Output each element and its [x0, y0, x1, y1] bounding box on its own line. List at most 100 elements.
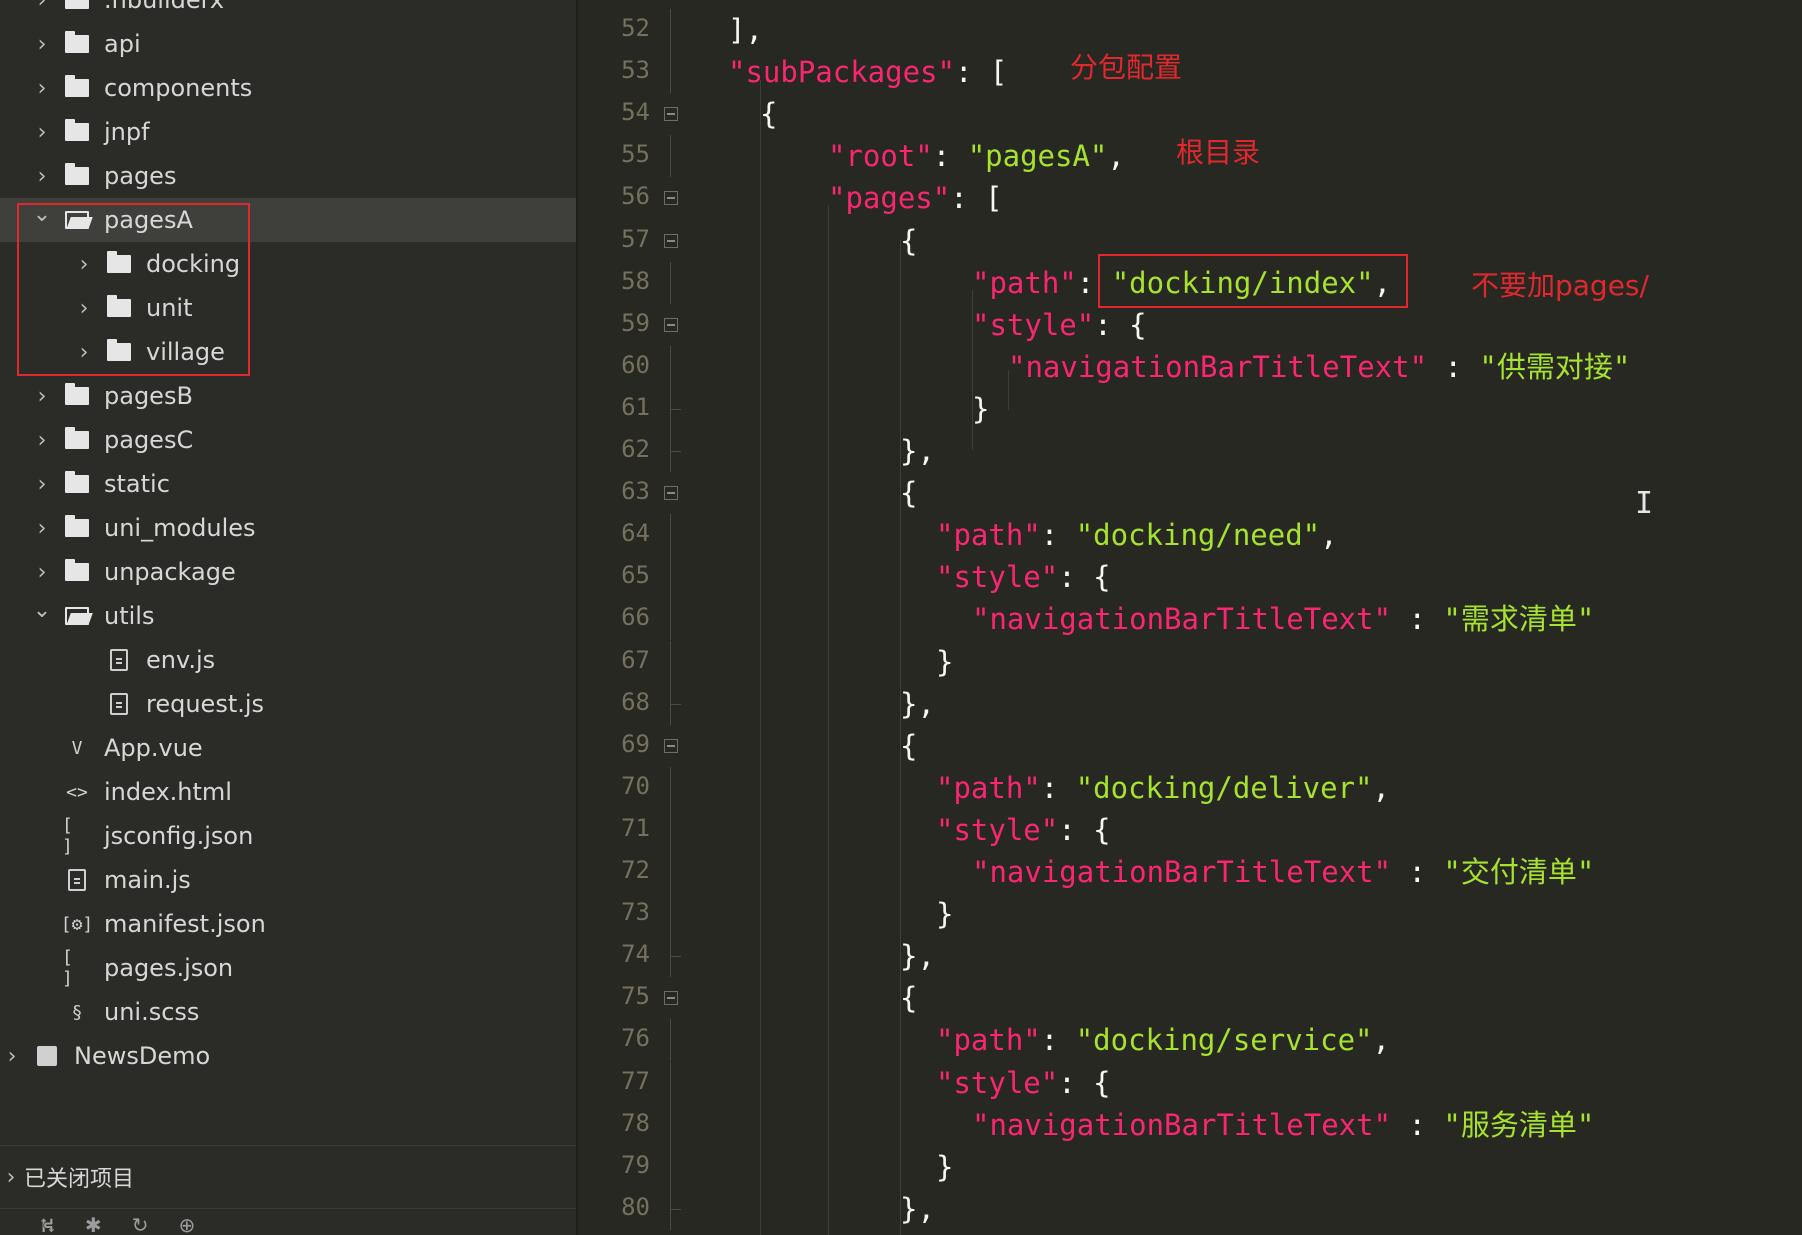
- code-line[interactable]: "style": {: [936, 1063, 1111, 1103]
- tree-item-pages-json[interactable]: [ ] pages.json: [0, 946, 576, 990]
- fold-end-mark: [671, 703, 681, 705]
- chevron-right-icon[interactable]: ›: [30, 472, 54, 497]
- fold-toggle-icon[interactable]: [664, 317, 678, 332]
- fold-toggle-icon[interactable]: [664, 191, 678, 206]
- chevron-right-icon[interactable]: ›: [0, 1165, 22, 1190]
- json-key-token: "navigationBarTitleText": [972, 855, 1392, 889]
- code-line[interactable]: "path": "docking/need",: [936, 515, 1338, 555]
- globe-icon[interactable]: ⊕: [178, 1215, 195, 1235]
- code-line[interactable]: "root": "pagesA",: [828, 136, 1125, 176]
- code-line[interactable]: "navigationBarTitleText" : "服务清单": [972, 1105, 1594, 1145]
- fold-toggle-icon[interactable]: [664, 233, 678, 248]
- fold-toggle-icon[interactable]: [664, 486, 678, 501]
- code-line[interactable]: "subPackages": [: [728, 52, 1007, 92]
- code-line[interactable]: },: [900, 684, 935, 724]
- tree-item-components[interactable]: › components: [0, 66, 576, 110]
- code-line[interactable]: ],: [728, 10, 763, 50]
- chevron-right-icon[interactable]: ›: [30, 164, 54, 189]
- chevron-right-icon[interactable]: ›: [30, 32, 54, 57]
- tree-item-newsdemo[interactable]: › NewsDemo: [0, 1034, 576, 1078]
- code-line[interactable]: {: [900, 726, 917, 766]
- chevron-right-icon[interactable]: ›: [30, 516, 54, 541]
- chevron-right-icon[interactable]: ›: [30, 120, 54, 145]
- code-line[interactable]: "path": "docking/service",: [936, 1020, 1390, 1060]
- json-file-icon: [ ]: [62, 815, 92, 857]
- debug-icon[interactable]: ✱: [85, 1215, 102, 1235]
- punctuation-token: ,: [1320, 518, 1338, 553]
- folder-icon: [62, 31, 92, 53]
- json-key-token: "navigationBarTitleText": [1008, 349, 1428, 384]
- code-line[interactable]: "style": {: [972, 305, 1147, 345]
- chevron-right-icon[interactable]: ›: [30, 560, 54, 585]
- tree-item-env-js[interactable]: env.js: [0, 638, 576, 682]
- tree-item-pagesc[interactable]: › pagesC: [0, 418, 576, 462]
- code-line[interactable]: }: [936, 642, 953, 682]
- tree-item-unpackage[interactable]: › unpackage: [0, 550, 576, 594]
- folder-shape: [65, 31, 89, 53]
- tree-item-hbuilderx[interactable]: › .hbuilderx: [0, 0, 576, 22]
- tree-item-app-vue[interactable]: V App.vue: [0, 726, 576, 770]
- folder-shape: [65, 559, 89, 581]
- chevron-right-icon[interactable]: ›: [0, 1044, 24, 1069]
- code-line[interactable]: "path": "docking/deliver",: [936, 768, 1390, 808]
- fold-guide-line: [670, 514, 671, 557]
- tree-item-request-js[interactable]: request.js: [0, 682, 576, 726]
- tree-item-pagesb[interactable]: › pagesB: [0, 374, 576, 418]
- code-line[interactable]: },: [900, 936, 935, 976]
- fold-toggle-icon[interactable]: [664, 738, 678, 753]
- code-line[interactable]: "navigationBarTitleText" : "供需对接": [1008, 347, 1630, 387]
- folder-shape: [65, 75, 89, 97]
- code-line[interactable]: },: [900, 1189, 935, 1229]
- sidebar-bottom-toolbar: ⛕ ✱ ↻ ⊕: [0, 1208, 576, 1235]
- chevron-right-icon[interactable]: ›: [30, 428, 54, 453]
- chevron-right-icon[interactable]: ›: [30, 76, 54, 101]
- file-type-glyph: [⚙]: [60, 913, 94, 935]
- tree-item-pages[interactable]: › pages: [0, 154, 576, 198]
- punctuation-token: {: [900, 981, 918, 1016]
- tree-item-utils[interactable]: ⌄ utils: [0, 594, 576, 638]
- tree-item-uni-modules[interactable]: › uni_modules: [0, 506, 576, 550]
- code-line[interactable]: "style": {: [936, 557, 1111, 597]
- code-line[interactable]: {: [760, 94, 777, 134]
- tree-item-jsconfig-json[interactable]: [ ] jsconfig.json: [0, 814, 576, 858]
- code-line[interactable]: {: [900, 978, 917, 1018]
- folder-icon: [62, 75, 92, 97]
- code-line[interactable]: }: [936, 894, 953, 934]
- refresh-icon[interactable]: ↻: [132, 1215, 149, 1235]
- git-icon[interactable]: ⛕: [40, 1215, 55, 1235]
- tree-item-label: pagesC: [104, 426, 194, 454]
- punctuation-token: },: [900, 434, 935, 468]
- code-line[interactable]: "navigationBarTitleText" : "交付清单": [972, 852, 1594, 892]
- code-editor[interactable]: 52], 53 "subPackages": [54{55 "root": "page…: [578, 0, 1802, 1235]
- tree-item-static[interactable]: › static: [0, 462, 576, 506]
- line-number: 62: [621, 435, 650, 463]
- line-number: 74: [621, 940, 650, 969]
- tree-item-jnpf[interactable]: › jnpf: [0, 110, 576, 154]
- code-line[interactable]: },: [900, 431, 935, 471]
- tree-item-index-html[interactable]: <> index.html: [0, 770, 576, 814]
- tree-item-api[interactable]: › api: [0, 22, 576, 66]
- tree-item-manifest-json[interactable]: [⚙] manifest.json: [0, 902, 576, 946]
- fold-toggle-icon[interactable]: [664, 991, 678, 1006]
- fold-toggle-icon[interactable]: [664, 107, 678, 122]
- tree-item-uni-scss[interactable]: § uni.scss: [0, 990, 576, 1034]
- closed-projects-header[interactable]: › 已关闭项目: [0, 1160, 134, 1194]
- code-line[interactable]: }: [936, 1147, 953, 1187]
- code-line[interactable]: {: [900, 473, 917, 513]
- punctuation-token: ],: [728, 13, 763, 47]
- chevron-right-icon[interactable]: ›: [30, 384, 54, 409]
- fold-end-mark: [671, 451, 681, 452]
- code-line[interactable]: "style": {: [936, 810, 1111, 850]
- code-line[interactable]: "pages": [: [828, 178, 1003, 218]
- js-file-icon: [104, 693, 134, 715]
- chevron-down-icon[interactable]: ⌄: [30, 598, 54, 623]
- punctuation-token: }: [936, 897, 954, 932]
- tree-item-main-js[interactable]: main.js: [0, 858, 576, 902]
- code-line[interactable]: "navigationBarTitleText" : "需求清单": [972, 599, 1594, 639]
- chevron-right-icon[interactable]: ›: [30, 0, 54, 13]
- json-string-token: "docking/deliver": [1075, 770, 1373, 805]
- code-line[interactable]: {: [900, 221, 917, 261]
- line-number: 54: [621, 98, 650, 127]
- json-key-token: "path": [936, 1023, 1041, 1058]
- code-line[interactable]: }: [972, 389, 989, 429]
